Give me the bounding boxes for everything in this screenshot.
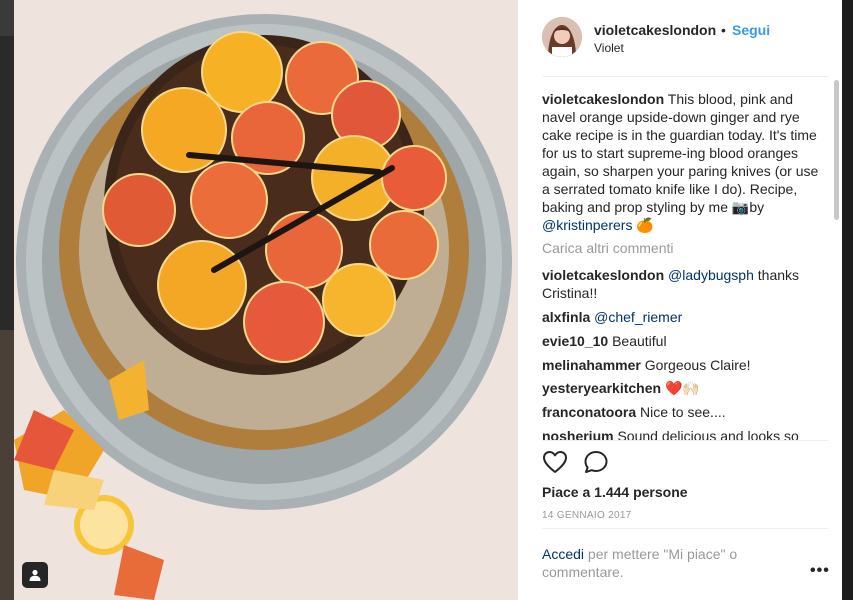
comment-text: Nice to see.... [636,404,726,420]
post-header: violetcakeslondon • Segui Violet [518,0,842,76]
footer-divider [542,528,828,529]
comment-mention[interactable]: @ladybugsph [668,267,754,283]
camera-emoji: 📷 [731,199,750,215]
background-page-fragment [0,330,14,600]
comment-item: franconatoora Nice to see.... [542,403,824,421]
comment-mention[interactable]: @chef_riemer [594,309,682,325]
caption-by: by [749,199,765,215]
post-photo[interactable] [14,0,518,600]
caption-text: This blood, pink and navel orange upside… [542,91,819,215]
comment-item: alxfinla @chef_riemer [542,308,824,326]
caption: violetcakeslondon This blood, pink and n… [542,90,824,234]
more-options-icon[interactable]: ••• [810,562,830,580]
post-username[interactable]: violetcakeslondon [594,22,716,38]
load-more-comments-button[interactable]: Carica altri commenti [542,240,673,256]
comment-item: melinahammer Gorgeous Claire! [542,356,824,374]
comments-divider [542,440,828,441]
comment-text: Sound delicious and looks so [613,428,799,440]
comment-username[interactable]: nosherium [542,428,614,440]
comments-list[interactable]: violetcakeslondon This blood, pink and n… [542,78,842,440]
comment-item: nosherium Sound delicious and looks so [542,427,824,440]
display-name: Violet [594,41,624,55]
caption-mention[interactable]: @kristinperers [542,217,632,233]
heart-icon[interactable] [542,450,568,474]
separator-dot: • [721,22,726,38]
comment-username[interactable]: violetcakeslondon [542,267,664,283]
like-count[interactable]: Piace a 1.444 persone [542,484,688,500]
comments-scrollbar[interactable] [834,80,839,220]
header-divider [542,76,828,77]
background-page-strip [0,0,14,600]
login-prompt: Accedi per mettere "Mi piace" o commenta… [542,545,782,581]
caption-username[interactable]: violetcakeslondon [542,91,664,107]
comment-username[interactable]: evie10_10 [542,333,608,349]
avatar[interactable] [542,17,582,57]
comment-username[interactable]: alxfinla [542,309,590,325]
background-page-fragment [0,0,14,36]
post-date: 14 GENNAIO 2017 [542,510,632,521]
comment-text: Beautiful [608,333,667,349]
user-tag-icon[interactable] [22,562,48,588]
comment-text: ❤️🙌🏻 [661,380,700,396]
cake-illustration [14,0,518,600]
comment-icon[interactable] [583,450,609,474]
comment-username[interactable]: melinahammer [542,357,641,373]
comment-text: Gorgeous Claire! [640,357,751,373]
post-side-panel: violetcakeslondon • Segui Violet violetc… [518,0,842,600]
comment-username[interactable]: franconatoora [542,404,636,420]
comment-username[interactable]: yesteryearkitchen [542,380,661,396]
login-link[interactable]: Accedi [542,546,584,562]
comment-item: violetcakeslondon @ladybugsph thanks Cri… [542,266,824,302]
comment-item: yesteryearkitchen ❤️🙌🏻 [542,379,824,397]
background-edge [842,0,853,600]
follow-button[interactable]: Segui [732,22,770,38]
comment-item: evie10_10 Beautiful [542,332,824,350]
orange-emoji: 🍊 [636,217,654,233]
